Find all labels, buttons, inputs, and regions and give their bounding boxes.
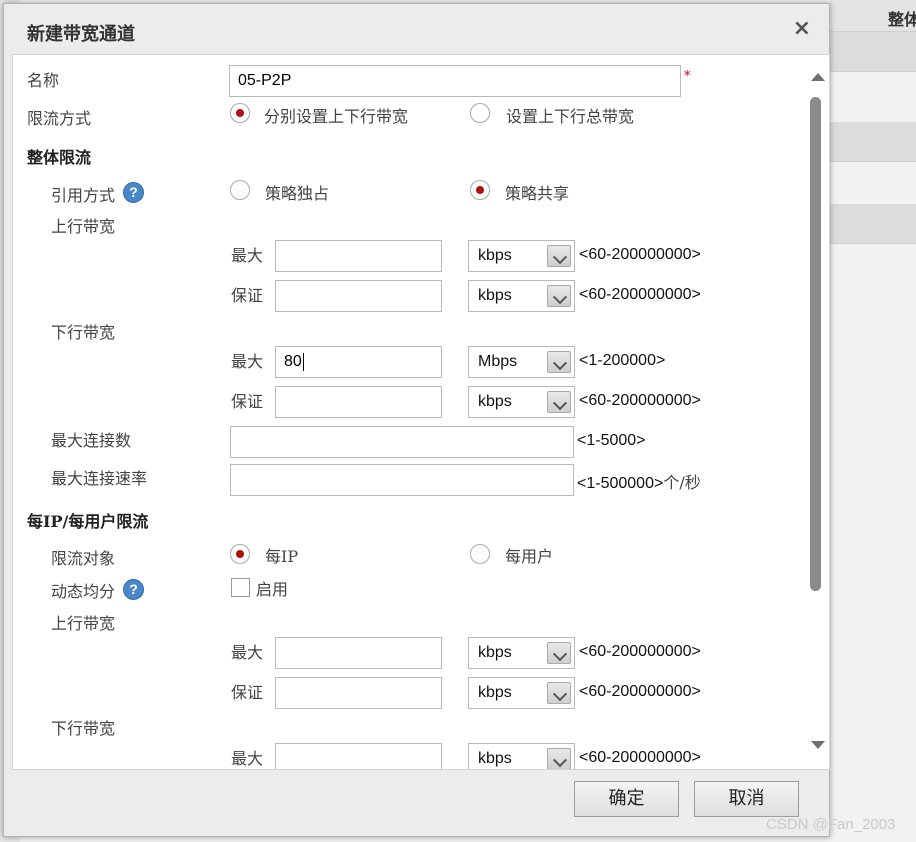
chevron-down-icon[interactable] xyxy=(547,391,571,413)
guarantee-label: 保证 xyxy=(231,392,264,411)
background-row xyxy=(830,32,916,72)
mode-separate-label: 分别设置上下行带宽 xyxy=(264,107,409,126)
text-caret xyxy=(302,352,304,371)
up-guarantee-input[interactable] xyxy=(275,280,442,312)
upload-bandwidth-label: 上行带宽 xyxy=(51,217,116,236)
max-label: 最大 xyxy=(231,246,264,265)
mode-total-radio[interactable] xyxy=(470,103,490,123)
scroll-thumb[interactable] xyxy=(810,97,821,591)
max-connections-input[interactable] xyxy=(230,426,574,458)
background-column-header: 整体 xyxy=(888,10,916,29)
ref-exclusive-label: 策略独占 xyxy=(265,184,330,203)
per-down-max-unit-select[interactable]: kbps xyxy=(468,743,575,769)
select-value: kbps xyxy=(478,750,512,767)
target-per-user-radio[interactable] xyxy=(470,544,490,564)
upload-bandwidth-label: 上行带宽 xyxy=(51,614,116,633)
overall-limit-heading: 整体限流 xyxy=(27,148,92,167)
help-icon[interactable]: ? xyxy=(123,182,144,203)
guarantee-label: 保证 xyxy=(231,286,264,305)
scroll-up-arrow-icon[interactable] xyxy=(811,73,825,81)
chevron-down-icon[interactable] xyxy=(547,285,571,307)
mode-total-label: 设置上下行总带宽 xyxy=(506,107,635,126)
select-value: Mbps xyxy=(478,353,518,370)
up-max-input[interactable] xyxy=(275,240,442,272)
name-label: 名称 xyxy=(27,71,60,90)
watermark: CSDN @Fan_2003 xyxy=(766,816,896,833)
select-value: kbps xyxy=(478,247,512,264)
target-per-user-label: 每用户 xyxy=(505,547,554,566)
range-hint: <60-200000000> xyxy=(579,392,701,409)
required-mark: * xyxy=(684,69,691,84)
background-row xyxy=(830,204,916,244)
select-value: kbps xyxy=(478,393,512,410)
select-value: kbps xyxy=(478,287,512,304)
cancel-button[interactable]: 取消 xyxy=(694,781,799,817)
max-label: 最大 xyxy=(231,352,264,371)
vertical-scrollbar[interactable] xyxy=(805,55,829,769)
rate-unit: 个/秒 xyxy=(663,473,701,492)
dialog-title: 新建带宽通道 xyxy=(27,24,135,45)
up-max-unit-select[interactable]: kbps xyxy=(468,240,575,272)
range-hint: <60-200000000> xyxy=(579,246,701,263)
enable-checkbox[interactable] xyxy=(231,578,250,597)
help-icon[interactable]: ? xyxy=(123,579,144,600)
range-hint: <60-200000000> xyxy=(579,749,701,766)
limit-target-label: 限流对象 xyxy=(51,549,116,568)
max-connection-rate-label: 最大连接速率 xyxy=(51,469,148,488)
range-hint: <60-200000000> xyxy=(579,286,701,303)
select-value: kbps xyxy=(478,644,512,661)
down-max-value: 80 xyxy=(284,353,302,370)
target-per-ip-label: 每IP xyxy=(265,547,299,566)
dialog-content: 名称 05-P2P * 限流方式 分别设置上下行带宽 设置上下行总带宽 整体限流… xyxy=(12,54,830,770)
range-hint: <1-5000> xyxy=(577,432,646,449)
range-hint: <60-200000000> xyxy=(579,643,701,660)
up-guarantee-unit-select[interactable]: kbps xyxy=(468,280,575,312)
per-down-max-input[interactable] xyxy=(275,743,442,769)
download-bandwidth-label: 下行带宽 xyxy=(51,719,116,738)
max-label: 最大 xyxy=(231,749,264,768)
new-bandwidth-channel-dialog: 新建带宽通道 × 名称 05-P2P * 限流方式 分别设置上下行带宽 设置上下… xyxy=(3,3,830,837)
chevron-down-icon[interactable] xyxy=(547,748,571,769)
range-hint: <1-200000> xyxy=(579,352,666,369)
mode-separate-radio[interactable] xyxy=(230,103,250,123)
ok-button[interactable]: 确定 xyxy=(574,781,679,817)
chevron-down-icon[interactable] xyxy=(547,682,571,704)
close-icon[interactable]: × xyxy=(793,16,811,41)
per-up-guarantee-input[interactable] xyxy=(275,677,442,709)
down-guarantee-unit-select[interactable]: kbps xyxy=(468,386,575,418)
scroll-down-arrow-icon[interactable] xyxy=(811,741,825,749)
chevron-down-icon[interactable] xyxy=(547,351,571,373)
limit-mode-label: 限流方式 xyxy=(27,109,92,128)
ref-exclusive-radio[interactable] xyxy=(230,180,250,200)
max-connections-label: 最大连接数 xyxy=(51,431,132,450)
per-up-guarantee-unit-select[interactable]: kbps xyxy=(468,677,575,709)
name-input[interactable]: 05-P2P xyxy=(229,65,681,97)
range-value: <1-500000> xyxy=(577,475,664,492)
max-label: 最大 xyxy=(231,643,264,662)
per-ip-user-limit-heading: 每IP/每用户限流 xyxy=(27,512,149,531)
down-max-input[interactable]: 80 xyxy=(275,346,442,378)
select-value: kbps xyxy=(478,684,512,701)
chevron-down-icon[interactable] xyxy=(547,245,571,267)
max-connection-rate-input[interactable] xyxy=(230,464,574,496)
download-bandwidth-label: 下行带宽 xyxy=(51,323,116,342)
per-up-max-unit-select[interactable]: kbps xyxy=(468,637,575,669)
down-max-unit-select[interactable]: Mbps xyxy=(468,346,575,378)
background-row xyxy=(830,122,916,162)
enable-label: 启用 xyxy=(256,580,289,599)
guarantee-label: 保证 xyxy=(231,683,264,702)
ref-shared-label: 策略共享 xyxy=(505,184,570,203)
form-area: 名称 05-P2P * 限流方式 分别设置上下行带宽 设置上下行总带宽 整体限流… xyxy=(13,55,803,769)
target-per-ip-radio[interactable] xyxy=(230,544,250,564)
down-guarantee-input[interactable] xyxy=(275,386,442,418)
ref-shared-radio[interactable] xyxy=(470,180,490,200)
per-up-max-input[interactable] xyxy=(275,637,442,669)
reference-mode-label: 引用方式 xyxy=(51,186,116,205)
chevron-down-icon[interactable] xyxy=(547,642,571,664)
dynamic-share-label: 动态均分 xyxy=(51,582,116,601)
range-hint: <60-200000000> xyxy=(579,683,701,700)
range-hint: <1-500000>个/秒 xyxy=(577,469,701,493)
